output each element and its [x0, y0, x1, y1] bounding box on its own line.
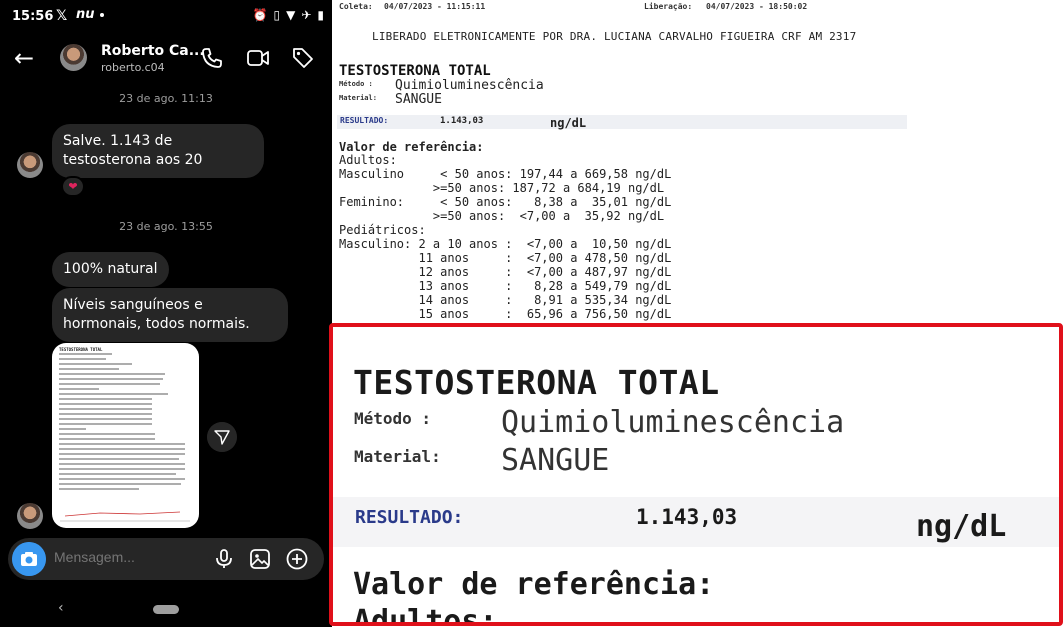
image-attachment[interactable]: TESTOSTERONA TOTAL: [52, 343, 199, 528]
attachment-text-preview: [59, 353, 192, 493]
material-label: Material:: [339, 94, 377, 102]
zoom-resultado-label: RESULTADO:: [355, 507, 464, 528]
liberacao-value: 04/07/2023 - 18:50:02: [706, 2, 808, 11]
tag-icon[interactable]: [291, 46, 315, 70]
resultado-label: RESULTADO:: [340, 116, 389, 125]
status-bar: 15:56 𝕏 nu ⏰ ▯ ▼ ✈ ▮: [0, 0, 332, 32]
reference-line: 11 anos : <7,00 a 478,50 ng/dL: [339, 251, 672, 265]
metodo-value: Quimioluminescência: [395, 78, 544, 93]
zoom-adultos-label: Adultos:: [353, 604, 498, 626]
result-row: [337, 115, 907, 129]
message-composer: [8, 538, 324, 580]
video-call-icon[interactable]: [246, 46, 270, 70]
coleta-label: Coleta:: [339, 2, 373, 11]
contact-name[interactable]: Roberto Ca...: [101, 43, 205, 59]
reference-title: Valor de referência:: [339, 140, 484, 154]
reference-line: 14 anos : 8,91 a 535,34 ng/dL: [339, 293, 672, 307]
zoom-exam-title: TESTOSTERONA TOTAL: [353, 363, 720, 402]
metodo-label: Método :: [339, 80, 373, 88]
liberacao-label: Liberação:: [644, 2, 693, 11]
zoom-metodo-label: Método :: [354, 409, 432, 428]
reference-line: Pediátricos:: [339, 223, 426, 237]
chat-header: ← Roberto Ca... roberto.c04: [0, 40, 332, 80]
zoom-metodo-value: Quimioluminescência: [501, 405, 845, 440]
notification-dot-icon: [100, 13, 104, 17]
chat-panel: 15:56 𝕏 nu ⏰ ▯ ▼ ✈ ▮ ← Roberto Ca... rob…: [0, 0, 332, 627]
reference-line: 15 anos : 65,96 a 756,50 ng/dL: [339, 307, 672, 321]
material-value: SANGUE: [395, 92, 442, 107]
share-icon[interactable]: [207, 422, 237, 452]
airplane-icon: ✈: [301, 8, 312, 22]
message-bubble[interactable]: Salve. 1.143 de testosterona aos 20: [52, 124, 264, 178]
microphone-icon[interactable]: [212, 547, 236, 571]
message-timestamp: 23 de ago. 11:13: [119, 92, 213, 105]
battery-icon: ▮: [317, 8, 324, 22]
resultado-value: 1.143,03: [440, 116, 484, 126]
gallery-icon[interactable]: [248, 547, 272, 571]
wifi-icon: ▼: [286, 8, 296, 22]
exam-title: TESTOSTERONA TOTAL: [339, 63, 491, 79]
resultado-unit: ng/dL: [550, 116, 587, 130]
reference-line: >=50 anos: <7,00 a 35,92 ng/dL: [339, 209, 665, 223]
avatar[interactable]: [60, 44, 87, 71]
plus-icon[interactable]: [285, 547, 309, 571]
reference-line: Masculino: 2 a 10 anos : <7,00 a 10,50 n…: [339, 237, 672, 251]
camera-icon[interactable]: [12, 542, 46, 576]
zoom-reference-title: Valor de referência:: [353, 567, 715, 602]
status-icons: ⏰ ▯ ▼ ✈ ▮: [253, 8, 324, 22]
liberado-notice: LIBERADO ELETRONICAMENTE POR DRA. LUCIAN…: [372, 30, 857, 43]
zoom-material-label: Material:: [354, 447, 441, 466]
back-arrow-icon[interactable]: ←: [14, 44, 34, 72]
attachment-chart-preview: [60, 511, 190, 522]
system-nav-bar: ‹: [0, 598, 332, 627]
reference-line: Masculino < 50 anos: 197,44 a 669,58 ng/…: [339, 167, 672, 181]
avatar[interactable]: [17, 503, 43, 529]
reference-line: Feminino: < 50 anos: 8,38 a 35,01 ng/dL: [339, 195, 672, 209]
message-bubble[interactable]: Níveis sanguíneos e hormonais, todos nor…: [52, 288, 288, 342]
reference-line: 12 anos : <7,00 a 487,97 ng/dL: [339, 265, 672, 279]
zoomed-result-highlight: TESTOSTERONA TOTAL Método : Quimiolumine…: [329, 323, 1063, 626]
heart-reaction-icon[interactable]: ❤: [61, 176, 85, 197]
zoom-resultado-unit: ng/dL: [916, 509, 1007, 544]
x-app-icon: 𝕏: [56, 8, 68, 24]
message-input[interactable]: [54, 549, 204, 565]
alarm-icon: ⏰: [252, 8, 268, 22]
zoom-resultado-value: 1.143,03: [636, 505, 738, 529]
status-time: 15:56: [12, 9, 54, 24]
nu-app-icon: nu: [76, 7, 95, 22]
reference-line: >=50 anos: 187,72 a 684,19 ng/dL: [339, 181, 665, 195]
reference-line: Adultos:: [339, 153, 397, 167]
vibrate-icon: ▯: [273, 8, 281, 22]
coleta-value: 04/07/2023 - 11:15:11: [384, 2, 486, 11]
attachment-title: TESTOSTERONA TOTAL: [59, 347, 103, 352]
phone-icon[interactable]: [200, 46, 224, 70]
message-timestamp: 23 de ago. 13:55: [119, 220, 213, 233]
nav-back-icon[interactable]: ‹: [58, 600, 64, 616]
contact-username[interactable]: roberto.c04: [101, 61, 165, 74]
message-bubble[interactable]: 100% natural: [52, 252, 169, 287]
zoom-material-value: SANGUE: [501, 443, 610, 478]
nav-home-handle[interactable]: [153, 605, 179, 614]
avatar[interactable]: [17, 152, 43, 178]
reference-line: 13 anos : 8,28 a 549,79 ng/dL: [339, 279, 672, 293]
